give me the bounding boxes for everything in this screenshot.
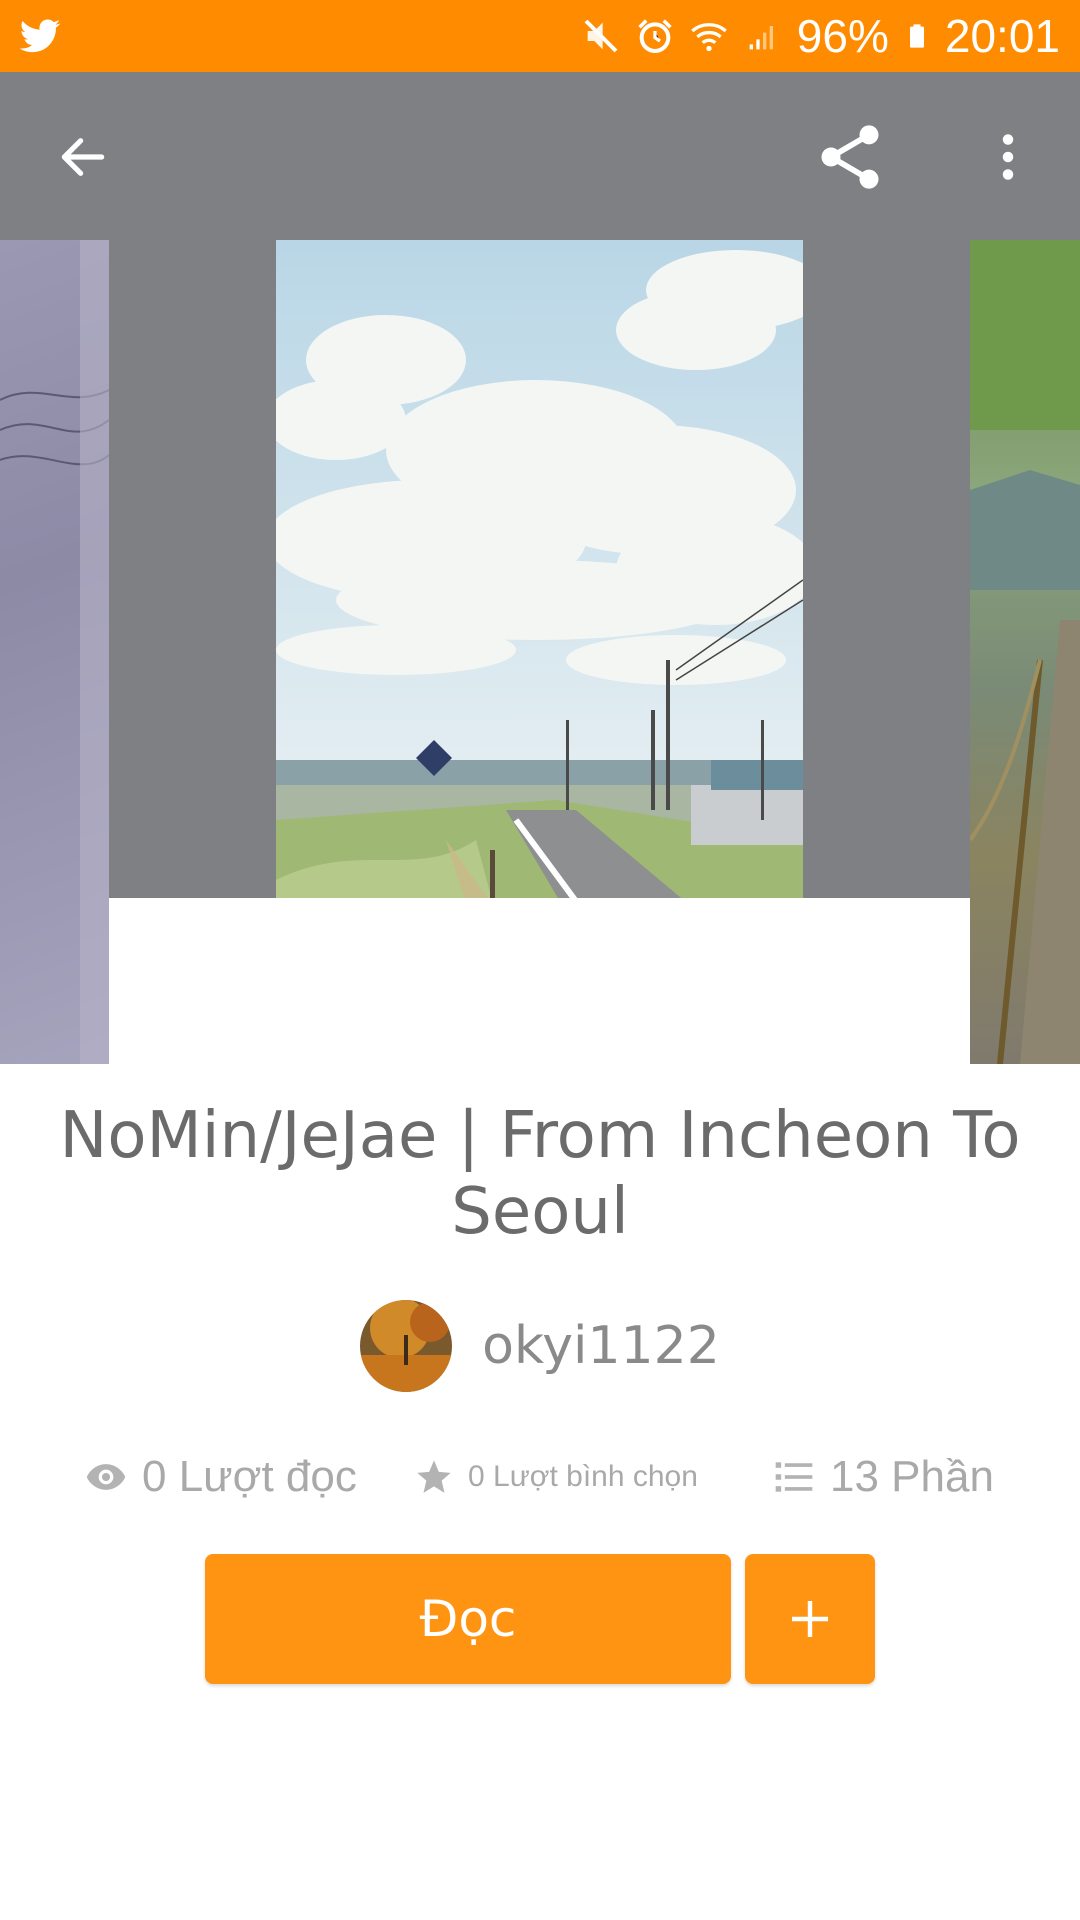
cover-previous[interactable]	[0, 240, 109, 1064]
more-options-button[interactable]	[963, 112, 1053, 202]
alarm-icon	[638, 19, 672, 54]
list-icon	[775, 1462, 813, 1492]
share-icon	[821, 125, 879, 189]
star-icon	[417, 1460, 451, 1493]
battery-percent: 96%	[796, 10, 889, 62]
share-button[interactable]	[805, 112, 895, 202]
status-bar: 96% 20:01	[0, 0, 1080, 72]
battery-icon	[909, 24, 924, 48]
back-arrow-icon	[61, 138, 105, 176]
add-to-library-button[interactable]	[745, 1554, 875, 1684]
path-photo-image	[970, 240, 1080, 1064]
cover-next[interactable]	[970, 240, 1080, 1064]
more-vertical-icon	[1002, 134, 1014, 180]
parts-stat[interactable]: 13 Phần	[772, 1442, 994, 1512]
votes-count: 0 Lượt bình chọn	[468, 1460, 698, 1493]
back-button[interactable]	[38, 112, 128, 202]
signal-icon	[749, 26, 773, 50]
book-photo-image	[0, 240, 109, 1064]
toolbar	[0, 72, 1080, 242]
author-name[interactable]: okyi1122	[482, 1316, 720, 1376]
wifi-icon	[691, 23, 727, 52]
clock: 20:01	[944, 10, 1060, 62]
story-stats: 0 Lượt đọc 0 Lượt bình chọn 13 Phần	[0, 1442, 1080, 1512]
mute-icon	[584, 19, 618, 53]
parts-count[interactable]: 13 Phần	[830, 1452, 994, 1502]
twitter-icon	[19, 19, 61, 53]
header-bottom-fill	[109, 898, 970, 1066]
reads-stat: 0 Lượt đọc	[84, 1442, 357, 1512]
avatar[interactable]	[360, 1300, 453, 1392]
story-title: NoMin/JeJae | From Incheon To Seoul	[59, 1099, 1021, 1249]
plus-icon	[792, 1601, 828, 1637]
reads-count: 0 Lượt đọc	[142, 1452, 357, 1501]
author-row[interactable]: okyi1122	[0, 1300, 1080, 1392]
votes-stat: 0 Lượt bình chọn	[414, 1442, 698, 1512]
read-button[interactable]: Đọc	[205, 1554, 731, 1684]
eye-icon	[86, 1464, 126, 1490]
